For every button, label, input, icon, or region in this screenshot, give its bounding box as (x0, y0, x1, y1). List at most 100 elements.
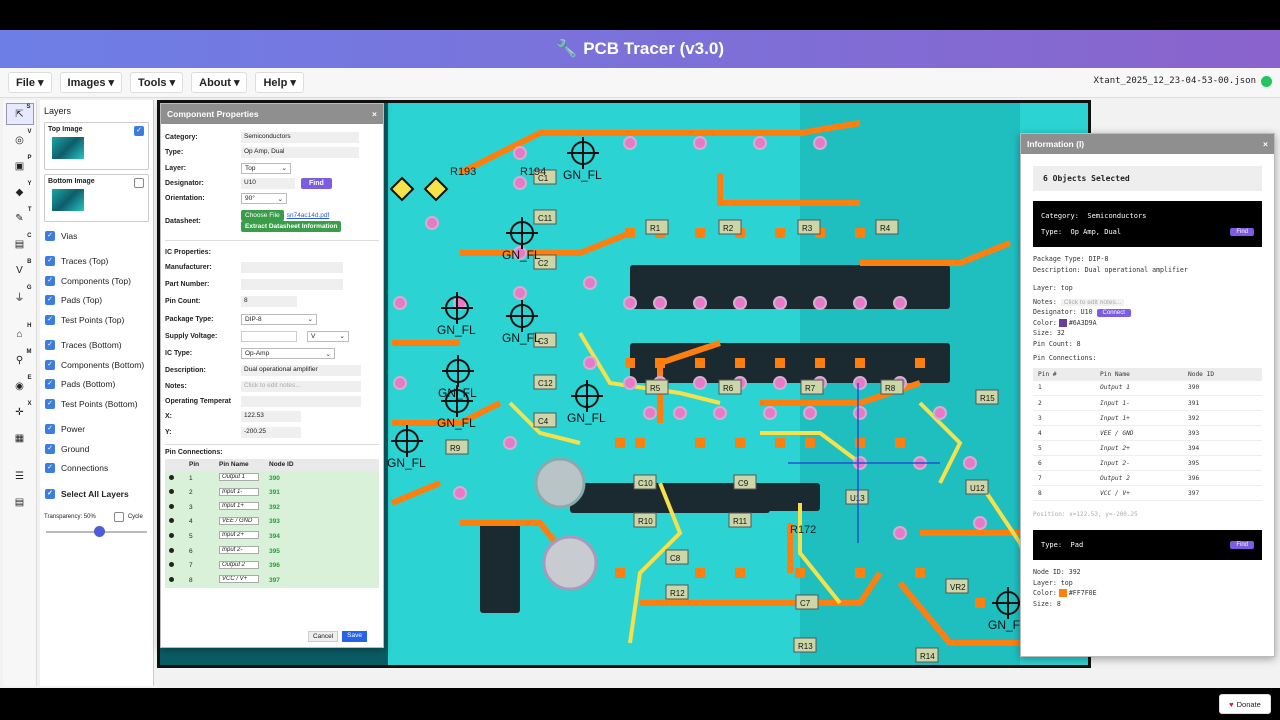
package-select[interactable]: DIP-8 ⌄ (241, 313, 317, 325)
menu-images[interactable]: Images ▾ (59, 72, 123, 93)
ictype-select[interactable]: Op-Amp ⌄ (241, 348, 335, 360)
layer-toggle[interactable]: ✓ Test Points (Bottom) (42, 394, 151, 414)
pin-name-select[interactable]: Output 1 (219, 473, 259, 482)
layer-toggle[interactable]: ✓ Components (Bottom) (42, 355, 151, 375)
pin-name-select[interactable]: Input 2+ (219, 531, 259, 540)
pin-name-select[interactable]: Input 1- (219, 487, 259, 496)
cancel-button[interactable]: Cancel (307, 631, 339, 642)
manufacturer-field[interactable] (241, 261, 343, 273)
layer-toggle[interactable]: ✓ Vias (42, 226, 151, 246)
layer-toggle[interactable]: ✓ Connections (42, 459, 151, 479)
choose-file-button[interactable]: Choose File (241, 210, 284, 222)
tool-11[interactable]: ✛ X (6, 401, 34, 423)
tool-12[interactable]: ▦ (6, 427, 34, 449)
layer-toggle[interactable]: ✓ Pads (Bottom) (42, 375, 151, 395)
transparency-slider[interactable] (46, 525, 147, 538)
layer-toggle[interactable]: ✓ Test Points (Top) (42, 310, 151, 330)
tool-3[interactable]: ◆ Y (6, 181, 34, 203)
pin-name-select[interactable]: Output 2 (219, 560, 259, 569)
menu-help[interactable]: Help ▾ (255, 72, 304, 93)
tool-7[interactable]: ⏚ G (6, 285, 34, 307)
layer-checkbox[interactable]: ✓ (45, 340, 55, 351)
orientation-select[interactable]: 90° ⌄ (241, 193, 287, 205)
tool-5[interactable]: ▤ C (6, 233, 34, 255)
optemp-label: Operating Temperat (165, 398, 231, 405)
menu-about[interactable]: About ▾ (191, 72, 248, 93)
designator-field[interactable]: U10 (241, 178, 295, 190)
pad (735, 438, 745, 448)
partnum-field[interactable] (241, 278, 343, 290)
description-field[interactable]: Dual operational amplifier (241, 365, 361, 377)
info-pin-name: Output 2 (1095, 470, 1183, 486)
find-button[interactable]: Find (301, 178, 332, 190)
category-field[interactable]: Semiconductors (241, 132, 359, 144)
donate-button[interactable]: ♥ Donate (1219, 694, 1271, 714)
layer-checkbox[interactable]: ✓ (45, 295, 55, 306)
layer-toggle[interactable]: ✓ Traces (Top) (42, 252, 151, 272)
layer-label: Ground (61, 443, 90, 454)
bottom-image-checkbox[interactable] (134, 178, 144, 188)
layer-toggle[interactable]: ✓ Ground (42, 439, 151, 459)
layer-toggle[interactable]: ✓ Pads (Top) (42, 291, 151, 311)
layer-select[interactable]: Top ⌄ (241, 162, 291, 174)
close-icon[interactable]: × (1263, 139, 1268, 149)
tool-2[interactable]: ▣ P (6, 155, 34, 177)
pin-name-select[interactable]: Input 2- (219, 546, 259, 555)
select-all-layers[interactable]: ✓ Select All Layers (42, 484, 151, 504)
info-notes-field[interactable]: Click to edit notes... (1060, 298, 1125, 306)
supply-field[interactable] (241, 330, 297, 342)
pin-name-select[interactable]: Input 1+ (219, 502, 259, 511)
save-button[interactable]: Save (342, 631, 367, 642)
tool-4[interactable]: ✎ T (6, 207, 34, 229)
select-all-checkbox[interactable]: ✓ (45, 488, 55, 499)
close-icon[interactable]: × (372, 109, 377, 119)
component-label: R14 (920, 652, 935, 661)
layer-checkbox[interactable]: ✓ (45, 359, 55, 370)
y-field[interactable]: -200.25 (241, 426, 301, 438)
tool-14[interactable]: ▤ (6, 491, 34, 513)
cycle-checkbox[interactable] (113, 511, 124, 522)
layer-checkbox[interactable]: ✓ (45, 256, 55, 267)
x-field[interactable]: 122.53 (241, 411, 301, 423)
layer-checkbox[interactable]: ✓ (45, 398, 55, 409)
optemp-field[interactable] (241, 396, 361, 407)
bottom-image-card[interactable]: Bottom Image (44, 174, 149, 222)
layer-checkbox[interactable]: ✓ (45, 379, 55, 390)
pad-find-button[interactable]: Find (1230, 541, 1254, 549)
top-image-checkbox[interactable]: ✓ (134, 126, 144, 136)
pin-name-select[interactable]: VCC / V+ (219, 575, 259, 584)
tool-10[interactable]: ◉ E (6, 375, 34, 397)
info-find-button[interactable]: Find (1230, 228, 1254, 236)
layer-toggle[interactable]: ✓ Components (Top) (42, 271, 151, 291)
top-image-card[interactable]: Top Image ✓ (44, 122, 149, 170)
tool-0[interactable]: ⇱ S (5, 103, 34, 125)
tool-key: P (27, 155, 32, 161)
datasheet-link[interactable]: sn74ac14d.pdf (287, 212, 330, 219)
layer-checkbox[interactable]: ✓ (45, 463, 55, 474)
pincount-field[interactable]: 8 (241, 296, 297, 308)
extract-datasheet-button[interactable]: Extract Datasheet Information (241, 221, 342, 233)
menu-file[interactable]: File ▾ (8, 72, 52, 93)
layer-checkbox[interactable]: ✓ (45, 275, 55, 286)
notes-field[interactable]: Click to edit notes... (241, 380, 361, 392)
supply-unit-select[interactable]: V ⌄ (307, 330, 349, 342)
layer-checkbox[interactable]: ✓ (45, 424, 55, 435)
pad (915, 358, 925, 368)
layer-checkbox[interactable]: ✓ (45, 230, 55, 241)
layer-toggle[interactable]: ✓ Traces (Bottom) (42, 336, 151, 356)
layer-toggle[interactable]: ✓ Power (42, 420, 151, 440)
connect-button[interactable]: Connect (1096, 309, 1131, 317)
layer-checkbox[interactable]: ✓ (45, 314, 55, 325)
type-field[interactable]: Op Amp, Dual (241, 147, 359, 159)
tool-9[interactable]: ⚲ M (6, 349, 34, 371)
ictype-value: Op-Amp (245, 350, 270, 358)
tool-13[interactable]: ☰ (6, 465, 34, 487)
pin-name-select[interactable]: VEE / GND (219, 516, 259, 525)
slider-knob[interactable] (93, 525, 105, 537)
layer-checkbox[interactable]: ✓ (45, 443, 55, 454)
pad (775, 438, 785, 448)
menu-tools[interactable]: Tools ▾ (130, 72, 184, 93)
tool-1[interactable]: ◎ V (6, 129, 34, 151)
tool-6[interactable]: VB (6, 259, 34, 281)
tool-8[interactable]: ⌂ H (6, 323, 34, 345)
